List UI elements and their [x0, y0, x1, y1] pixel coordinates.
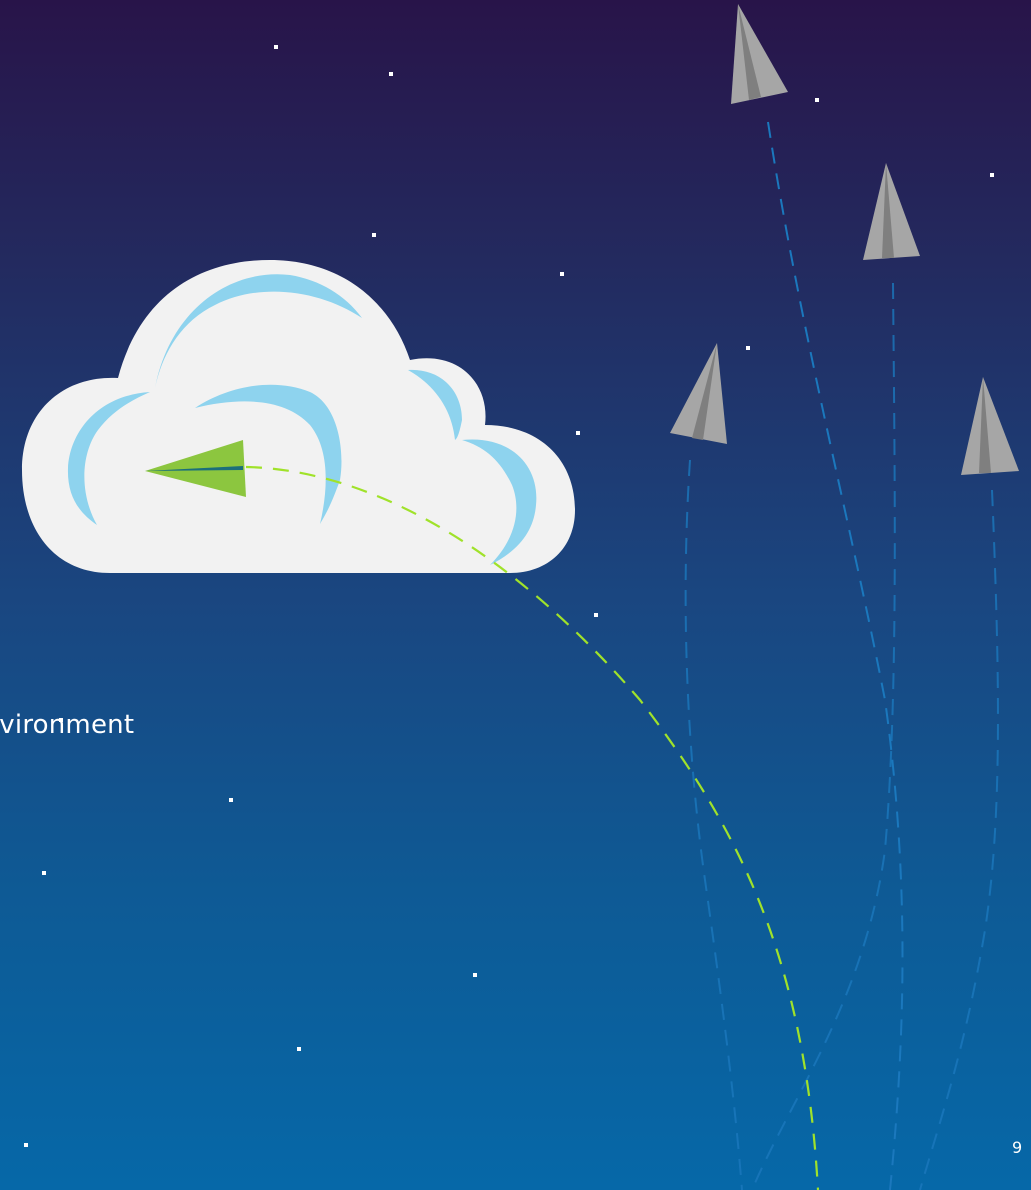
slide-illustration — [22, 4, 1019, 1190]
trail-plane-top — [767, 121, 904, 1190]
star — [746, 346, 750, 350]
slide: Environment 9 — [0, 0, 1031, 1190]
trail-plane-right — [919, 489, 999, 1190]
star — [42, 871, 46, 875]
star — [389, 72, 393, 76]
star — [560, 272, 564, 276]
trail-plane-left — [684, 459, 743, 1190]
star — [576, 431, 580, 435]
cloud-icon — [22, 260, 575, 573]
paper-plane-gray-icon — [961, 377, 1019, 475]
page-number: 9 — [1012, 1138, 1023, 1157]
star — [473, 973, 477, 977]
star — [594, 613, 598, 617]
paper-plane-gray-icon — [863, 163, 920, 260]
trail-plane-right-top — [751, 282, 896, 1190]
star — [297, 1047, 301, 1051]
slide-body-text: Environment — [0, 710, 135, 740]
star — [372, 233, 376, 237]
paper-plane-gray-icon — [670, 343, 727, 444]
stars — [24, 45, 994, 1147]
star — [24, 1143, 28, 1147]
star — [229, 798, 233, 802]
star — [990, 173, 994, 177]
inactive-trails — [684, 121, 999, 1190]
star — [815, 98, 819, 102]
star — [274, 45, 278, 49]
paper-plane-gray-icon — [731, 4, 788, 104]
